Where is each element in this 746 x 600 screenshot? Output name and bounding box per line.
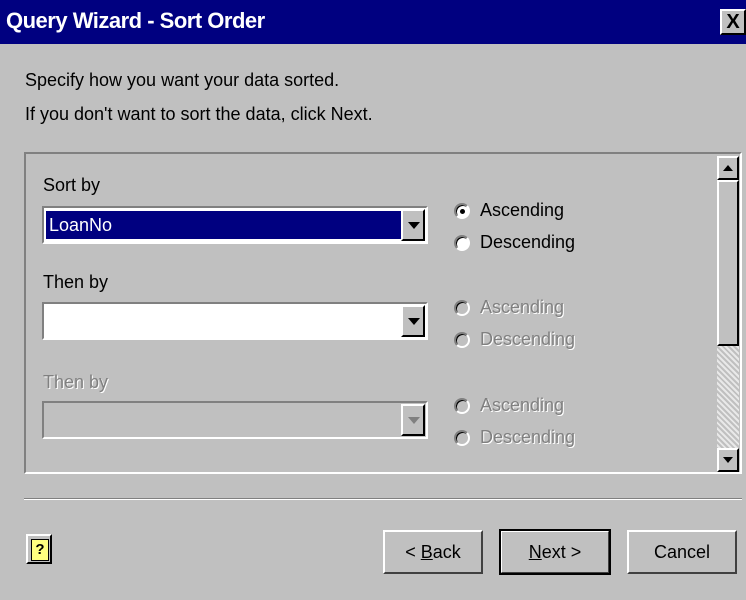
radio-unchecked-icon [454,300,470,316]
radio-checked-icon [454,203,470,219]
window-title: Query Wizard - Sort Order [6,8,265,33]
chevron-down-icon[interactable] [401,305,425,337]
cancel-button[interactable]: Cancel [627,530,737,574]
next-button[interactable]: Next > [499,529,611,575]
then-by-value-1 [46,307,402,335]
descending-label: Descending [480,232,576,252]
back-prefix: < [405,542,421,562]
ascending-label: Ascending [480,395,565,415]
scroll-up-icon[interactable] [717,156,739,180]
then-by-combobox-2 [42,401,428,439]
descending-label: Descending [480,427,576,447]
radio-unchecked-icon [454,332,470,348]
help-button[interactable]: ? [26,534,52,564]
close-button[interactable]: X [720,9,746,35]
ascending-label: Ascending [480,297,565,317]
sort-by-label: Sort by [43,175,101,195]
instruction-line-1: Specify how you want your data sorted. [25,70,340,90]
then-by-label-1: Then by [43,272,109,292]
next-rest: ext > [541,542,582,562]
sort-by-combobox[interactable]: LoanNo [42,206,428,244]
radio-unchecked-icon [454,430,470,446]
separator [24,498,742,500]
help-icon: ? [31,539,49,561]
descending-label: Descending [480,329,576,349]
query-wizard-dialog: Query Wizard - Sort Order X Specify how … [0,0,746,600]
vertical-scrollbar[interactable] [717,156,739,472]
then-by-label-2: Then by [43,372,109,392]
scroll-down-icon[interactable] [717,448,739,472]
then-by-combobox-1[interactable] [42,302,428,340]
back-button[interactable]: < Back [383,530,483,574]
ascending-label: Ascending [480,200,565,220]
scrollbar-thumb[interactable] [717,180,739,346]
chevron-down-icon [401,404,425,436]
back-mnemonic: B [420,542,433,562]
radio-unchecked-icon [454,398,470,414]
title-bar[interactable]: Query Wizard - Sort Order X [0,0,746,44]
back-rest: ack [432,542,461,562]
then-by-value-2 [46,406,402,434]
instruction-line-2: If you don't want to sort the data, clic… [25,104,373,124]
sort-by-value: LoanNo [46,211,402,239]
close-icon: X [726,11,740,33]
radio-unchecked-icon [454,235,470,251]
chevron-down-icon[interactable] [401,209,425,241]
cancel-label: Cancel [653,542,711,562]
next-mnemonic: N [528,542,542,562]
